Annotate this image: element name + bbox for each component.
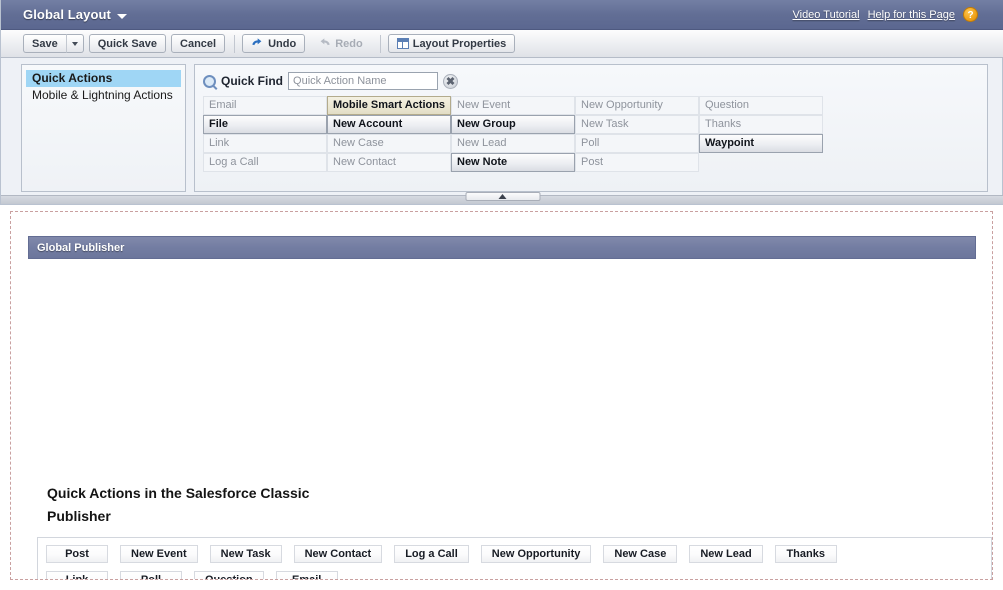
layout-properties-button[interactable]: Layout Properties [387,34,516,53]
publisher-action-new-contact[interactable]: New Contact [293,545,383,563]
cancel-button[interactable]: Cancel [171,34,226,53]
category-panel: Quick Actions Mobile & Lightning Actions [21,64,186,192]
palette-body: Quick Actions Mobile & Lightning Actions… [1,58,1003,198]
palette-action-email[interactable]: Email [203,96,327,115]
collapse-palette-handle[interactable] [465,192,540,201]
palette-action-new-note[interactable]: New Note [451,153,575,172]
publisher-action-new-lead[interactable]: New Lead [689,545,763,563]
publisher-action-poll[interactable]: Poll [120,571,182,579]
publisher-actions-row-2: Link Poll Question Email [46,571,983,579]
publisher-action-new-case[interactable]: New Case [603,545,678,563]
sidebar-item-mobile-lightning-actions[interactable]: Mobile & Lightning Actions [26,87,181,104]
palette-action-new-task[interactable]: New Task [575,115,699,134]
video-tutorial-link[interactable]: Video Tutorial [792,9,859,21]
palette-action-new-case[interactable]: New Case [327,134,451,153]
page-title: Global Layout [23,7,111,22]
palette-action-log-a-call[interactable]: Log a Call [203,153,327,172]
palette-action-new-account[interactable]: New Account [327,115,451,134]
palette-cell-empty [699,153,823,172]
palette-action-new-contact[interactable]: New Contact [327,153,451,172]
redo-label: Redo [335,37,363,50]
quick-find-row: Quick Find ✖ [203,70,979,92]
save-button[interactable]: Save [23,34,67,53]
palette-action-file[interactable]: File [203,115,327,134]
grid-icon [396,38,409,49]
layout-editor-frame: Global Layout Video Tutorial Help for th… [0,0,1003,205]
publisher-action-log-a-call[interactable]: Log a Call [394,545,469,563]
help-for-this-page-link[interactable]: Help for this Page [868,9,955,21]
publisher-action-thanks[interactable]: Thanks [774,545,837,563]
publisher-action-email[interactable]: Email [275,571,338,579]
palette-action-new-lead[interactable]: New Lead [451,134,575,153]
palette-action-post[interactable]: Post [575,153,699,172]
undo-arrow-icon [251,37,264,50]
chevron-down-icon[interactable] [116,13,127,19]
sidebar-item-quick-actions[interactable]: Quick Actions [26,70,181,87]
toolbar-divider-2 [379,34,381,53]
layout-canvas: Global Publisher Quick Actions in the Sa… [10,211,993,580]
palette-action-waypoint[interactable]: Waypoint [699,134,823,153]
search-icon [203,74,216,88]
help-badge-icon[interactable]: ? [963,7,978,22]
palette-footer [1,192,1003,204]
title-bar-left-group: Global Layout [23,7,127,22]
quick-save-button[interactable]: Quick Save [88,34,167,53]
save-menu-button[interactable] [66,34,84,53]
title-bar-right-group: Video Tutorial Help for this Page ? [792,7,978,22]
publisher-action-post[interactable]: Post [46,545,108,563]
redo-arrow-icon [318,37,331,50]
publisher-action-question[interactable]: Question [194,571,264,579]
palette-action-poll[interactable]: Poll [575,134,699,153]
quick-find-input[interactable] [288,72,439,90]
editor-toolbar: Save Quick Save Cancel Undo Redo Layout … [1,30,1003,58]
undo-button[interactable]: Undo [242,34,306,53]
global-publisher-bar: Global Publisher [28,236,976,259]
classic-publisher-heading: Quick Actions in the Salesforce Classic … [47,485,310,524]
action-palette-grid: Email Mobile Smart Actions New Event New Op… [203,96,979,172]
palette-action-new-event[interactable]: New Event [451,96,575,115]
publisher-actions-row-1: Post New Event New Task New Contact Log a Ca… [46,545,983,564]
palette-action-mobile-smart-actions[interactable]: Mobile Smart Actions [327,96,451,115]
undo-label: Undo [268,37,297,50]
publisher-action-link[interactable]: Link [46,571,108,579]
quick-find-label: Quick Find [221,74,284,88]
save-split-button[interactable]: Save [23,34,84,53]
palette-panel: Quick Find ✖ EmailMobile Smart ActionsNe… [194,64,988,192]
publisher-action-new-task[interactable]: New Task [209,545,282,563]
toolbar-divider-1 [234,34,236,53]
editor-title-bar: Global Layout Video Tutorial Help for th… [1,0,1003,30]
caret-down-icon [71,41,78,46]
palette-action-new-opportunity[interactable]: New Opportunity [575,96,699,115]
global-publisher-title: Global Publisher [37,241,125,254]
layout-properties-label: Layout Properties [412,37,507,50]
classic-publisher-actions-zone[interactable]: Post New Event New Task New Contact Log a Ca… [37,537,992,579]
clear-search-icon[interactable]: ✖ [443,73,459,89]
publisher-action-new-event[interactable]: New Event [120,545,198,563]
publisher-action-new-opportunity[interactable]: New Opportunity [480,545,592,563]
palette-action-thanks[interactable]: Thanks [699,115,823,134]
palette-action-new-group[interactable]: New Group [451,115,575,134]
palette-action-question[interactable]: Question [699,96,823,115]
redo-button: Redo [310,34,371,53]
palette-action-link[interactable]: Link [203,134,327,153]
